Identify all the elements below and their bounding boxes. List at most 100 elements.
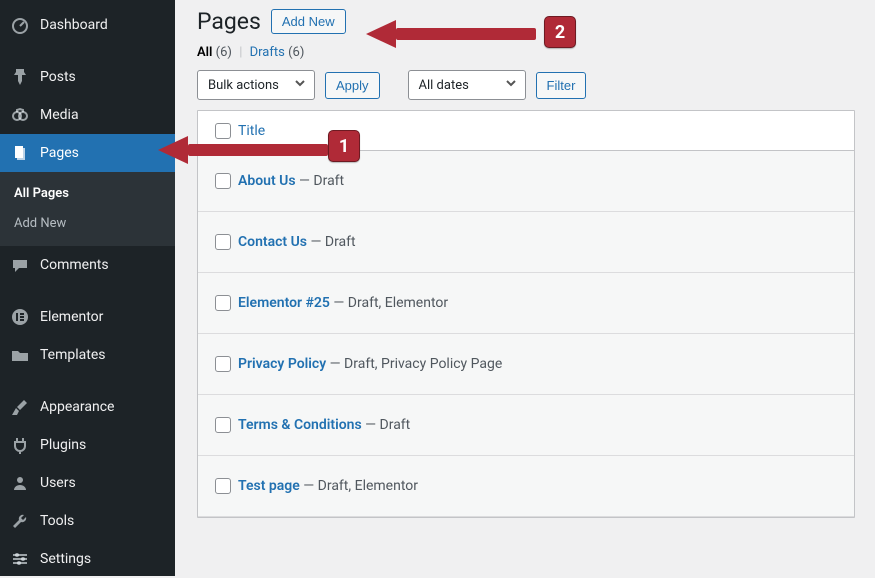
folder-icon: [10, 345, 30, 365]
sidebar-item-label: Appearance: [40, 399, 114, 415]
pin-icon: [10, 67, 30, 87]
row-checkbox[interactable]: [215, 356, 231, 372]
apply-button[interactable]: Apply: [325, 72, 380, 99]
page-icon: [10, 143, 30, 163]
row-title-cell: Privacy Policy — Draft, Privacy Policy P…: [238, 334, 850, 394]
sidebar-item-comments[interactable]: Comments: [0, 246, 175, 284]
row-title-cell: Contact Us — Draft: [238, 212, 850, 272]
sidebar-item-settings[interactable]: Settings: [0, 540, 175, 578]
row-checkbox[interactable]: [215, 234, 231, 250]
sidebar-item-label: Media: [40, 107, 79, 123]
chevron-down-icon: [294, 77, 306, 93]
row-title-link[interactable]: Test page: [238, 478, 300, 494]
filter-drafts-count: (6): [288, 45, 304, 60]
row-title-cell: Elementor #25 — Draft, Elementor: [238, 273, 850, 333]
column-header-title[interactable]: Title: [238, 123, 265, 139]
date-filter-selected: All dates: [419, 78, 469, 93]
filter-drafts-link[interactable]: Drafts: [250, 45, 285, 60]
sidebar-subitem-label: Add New: [14, 216, 66, 231]
sidebar-item-pages[interactable]: Pages: [0, 134, 175, 172]
plug-icon: [10, 435, 30, 455]
row-checkbox[interactable]: [215, 295, 231, 311]
row-checkbox-cell: [206, 475, 238, 497]
main-content: Pages Add New All (6) | Drafts (6) Bulk …: [175, 0, 875, 576]
table-row: About Us — Draft: [198, 151, 854, 212]
row-checkbox[interactable]: [215, 173, 231, 189]
sidebar-subitem-add-new[interactable]: Add New: [0, 208, 175, 238]
row-checkbox-cell: [206, 414, 238, 436]
sidebar-item-media[interactable]: Media: [0, 96, 175, 134]
row-state-label: — Draft, Elementor: [300, 478, 418, 494]
table-header-row: Title: [198, 111, 854, 151]
row-title-link[interactable]: About Us: [238, 173, 296, 189]
row-checkbox-cell: [206, 353, 238, 375]
sidebar-item-label: Dashboard: [40, 17, 108, 33]
row-state-label: — Draft: [362, 417, 411, 433]
row-state-label: — Draft, Privacy Policy Page: [326, 356, 502, 372]
table-row: Elementor #25 — Draft, Elementor: [198, 273, 854, 334]
date-filter-select[interactable]: All dates: [408, 70, 526, 100]
annotation-badge-1: 1: [328, 130, 360, 162]
filter-button[interactable]: Filter: [536, 72, 587, 99]
sidebar-item-tools[interactable]: Tools: [0, 502, 175, 540]
row-checkbox[interactable]: [215, 417, 231, 433]
page-title: Pages: [197, 8, 261, 35]
filter-all-link[interactable]: All: [197, 45, 212, 60]
table-row: Contact Us — Draft: [198, 212, 854, 273]
wrench-icon: [10, 511, 30, 531]
sidebar-item-label: Tools: [40, 513, 74, 529]
sliders-icon: [10, 549, 30, 569]
table-row: Test page — Draft, Elementor: [198, 456, 854, 517]
page-header: Pages Add New: [197, 8, 855, 35]
sidebar-subitem-all-pages[interactable]: All Pages: [0, 178, 175, 208]
row-checkbox-cell: [206, 231, 238, 253]
sidebar-item-label: Elementor: [40, 309, 103, 325]
select-all-checkbox[interactable]: [215, 123, 231, 139]
user-icon: [10, 473, 30, 493]
table-row: Terms & Conditions — Draft: [198, 395, 854, 456]
row-state-label: — Draft: [296, 173, 345, 189]
status-filter-links: All (6) | Drafts (6): [197, 45, 855, 60]
bulk-actions-selected: Bulk actions: [208, 78, 279, 93]
row-title-cell: Test page — Draft, Elementor: [238, 456, 850, 516]
sidebar-item-appearance[interactable]: Appearance: [0, 388, 175, 426]
sidebar-item-label: Posts: [40, 69, 76, 85]
pages-table: Title About Us — DraftContact Us — Draft…: [197, 110, 855, 518]
sidebar-item-elementor[interactable]: Elementor: [0, 298, 175, 336]
bulk-actions-select[interactable]: Bulk actions: [197, 70, 315, 100]
sidebar-item-label: Users: [40, 475, 76, 491]
comment-icon: [10, 255, 30, 275]
row-title-link[interactable]: Privacy Policy: [238, 356, 326, 372]
sidebar-item-label: Settings: [40, 551, 91, 567]
sidebar-item-plugins[interactable]: Plugins: [0, 426, 175, 464]
row-title-cell: Terms & Conditions — Draft: [238, 395, 850, 455]
filter-all-count: (6): [216, 45, 232, 60]
chevron-down-icon: [505, 77, 517, 93]
table-row: Privacy Policy — Draft, Privacy Policy P…: [198, 334, 854, 395]
brush-icon: [10, 397, 30, 417]
add-new-button[interactable]: Add New: [271, 9, 346, 34]
select-all-cell: [206, 120, 238, 142]
sidebar-item-label: Plugins: [40, 437, 86, 453]
sidebar-item-users[interactable]: Users: [0, 464, 175, 502]
row-checkbox-cell: [206, 292, 238, 314]
sidebar-subitem-label: All Pages: [14, 186, 69, 201]
sidebar-item-label: Comments: [40, 257, 109, 273]
sidebar-submenu-pages: All Pages Add New: [0, 172, 175, 246]
admin-sidebar: Dashboard Posts Media Pages All Pages Ad…: [0, 0, 175, 576]
circle-e-icon: [10, 307, 30, 327]
row-state-label: — Draft: [307, 234, 356, 250]
annotation-badge-2: 2: [544, 16, 576, 48]
sidebar-item-posts[interactable]: Posts: [0, 58, 175, 96]
sidebar-item-label: Templates: [40, 347, 106, 363]
speedometer-icon: [10, 15, 30, 35]
row-state-label: — Draft, Elementor: [330, 295, 448, 311]
row-checkbox-cell: [206, 170, 238, 192]
row-title-link[interactable]: Elementor #25: [238, 295, 330, 311]
row-title-link[interactable]: Contact Us: [238, 234, 307, 250]
row-title-link[interactable]: Terms & Conditions: [238, 417, 362, 433]
media-icon: [10, 105, 30, 125]
row-checkbox[interactable]: [215, 478, 231, 494]
sidebar-item-dashboard[interactable]: Dashboard: [0, 6, 175, 44]
sidebar-item-templates[interactable]: Templates: [0, 336, 175, 374]
